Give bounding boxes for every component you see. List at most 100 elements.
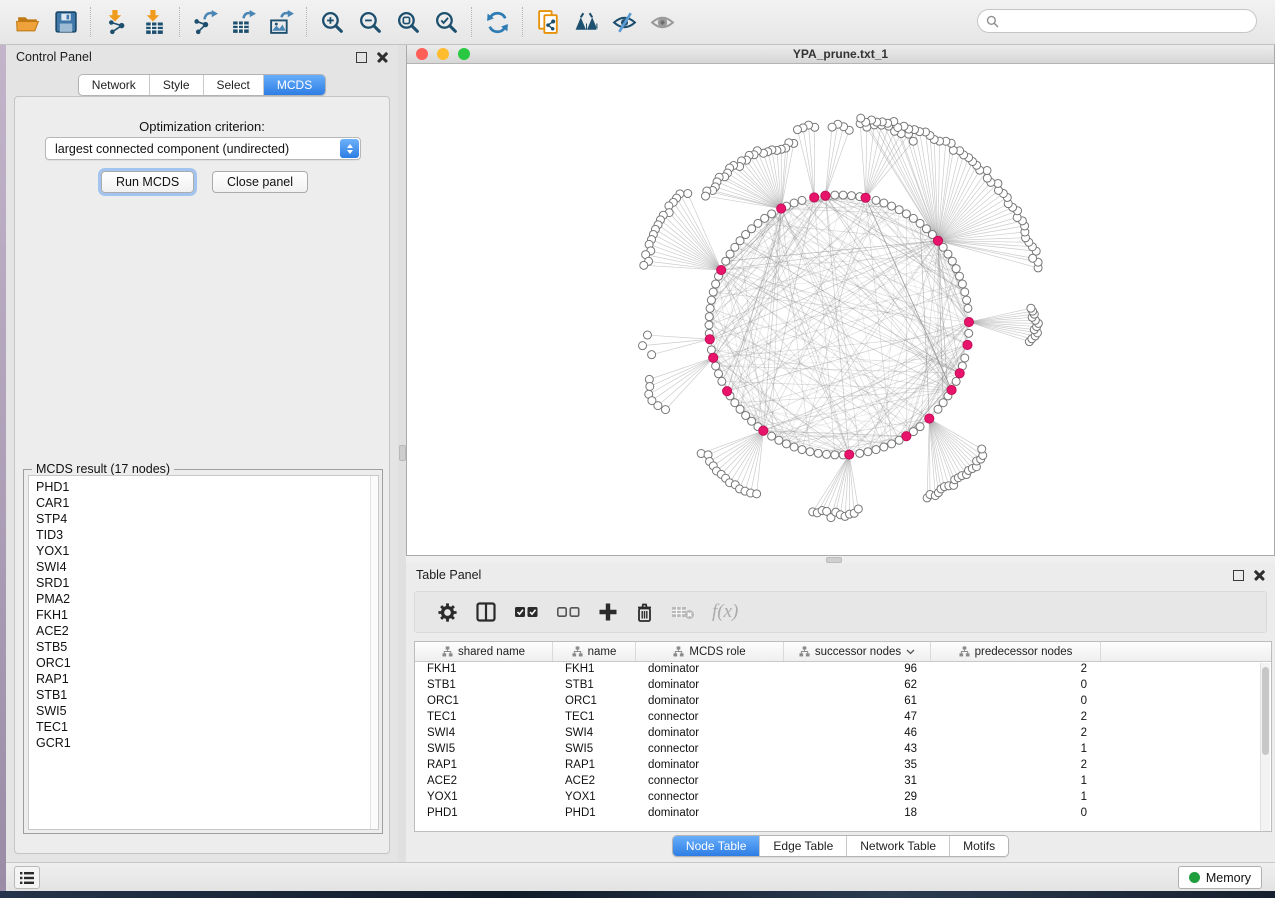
import-network-button[interactable] xyxy=(97,4,135,40)
mcds-hub-node[interactable] xyxy=(902,432,911,441)
table-scrollbar[interactable] xyxy=(1260,663,1270,831)
table-cell[interactable]: YOX1 xyxy=(415,790,553,806)
network-node[interactable] xyxy=(964,304,972,312)
network-node[interactable] xyxy=(775,436,783,444)
mcds-result-item[interactable]: SRD1 xyxy=(36,575,378,591)
network-node[interactable] xyxy=(952,377,960,385)
mcds-result-item[interactable]: STB1 xyxy=(36,687,378,703)
zoom-fit-button[interactable] xyxy=(389,4,427,40)
mcds-result-item[interactable]: TID3 xyxy=(36,527,378,543)
network-node[interactable] xyxy=(707,296,715,304)
mcds-result-item[interactable]: STP4 xyxy=(36,511,378,527)
save-session-button[interactable] xyxy=(46,4,84,40)
network-node[interactable] xyxy=(1027,304,1035,312)
memory-button[interactable]: Memory xyxy=(1178,866,1262,889)
tab-network[interactable]: Network xyxy=(79,75,149,95)
network-node[interactable] xyxy=(983,174,991,182)
network-node[interactable] xyxy=(961,354,969,362)
table-cell[interactable]: 31 xyxy=(784,774,931,790)
network-node[interactable] xyxy=(753,490,761,498)
mcds-hub-node[interactable] xyxy=(705,335,714,344)
network-node[interactable] xyxy=(712,280,720,288)
mcds-result-item[interactable]: PHD1 xyxy=(36,479,378,495)
table-cell[interactable]: dominator xyxy=(636,662,784,678)
table-cell[interactable]: 2 xyxy=(931,662,1101,678)
network-node[interactable] xyxy=(872,196,880,204)
mcds-result-item[interactable]: GCR1 xyxy=(36,735,378,751)
table-cell[interactable]: 62 xyxy=(784,678,931,694)
mcds-result-item[interactable]: RAP1 xyxy=(36,671,378,687)
table-row[interactable]: YOX1YOX1connector291 xyxy=(415,790,1271,806)
table-cell[interactable]: connector xyxy=(636,742,784,758)
mcds-list-scrollbar[interactable] xyxy=(370,476,378,829)
table-cell[interactable]: 2 xyxy=(931,710,1101,726)
network-node[interactable] xyxy=(856,449,864,457)
table-cell[interactable]: SWI4 xyxy=(553,726,636,742)
network-node[interactable] xyxy=(648,351,656,359)
network-node[interactable] xyxy=(955,272,963,280)
table-cell[interactable]: ACE2 xyxy=(553,774,636,790)
mcds-hub-node[interactable] xyxy=(933,236,942,245)
network-node[interactable] xyxy=(948,257,956,265)
vertical-splitter[interactable] xyxy=(398,45,406,862)
zoom-in-button[interactable] xyxy=(313,4,351,40)
tab-select[interactable]: Select xyxy=(203,75,263,95)
network-node[interactable] xyxy=(880,443,888,451)
network-node[interactable] xyxy=(806,448,814,456)
network-window-titlebar[interactable]: YPA_prune.txt_1 xyxy=(407,45,1274,64)
mcds-hub-node[interactable] xyxy=(717,265,726,274)
float-panel-icon[interactable] xyxy=(356,52,367,63)
mcds-hub-node[interactable] xyxy=(861,193,870,202)
table-cell[interactable]: 96 xyxy=(784,662,931,678)
network-node[interactable] xyxy=(684,190,692,198)
mcds-hub-node[interactable] xyxy=(845,450,854,459)
network-node[interactable] xyxy=(707,346,715,354)
table-cell[interactable]: 0 xyxy=(931,806,1101,822)
table-cell[interactable]: connector xyxy=(636,774,784,790)
table-cell[interactable]: ORC1 xyxy=(415,694,553,710)
table-cell[interactable]: ORC1 xyxy=(553,694,636,710)
network-node[interactable] xyxy=(718,377,726,385)
table-cell[interactable]: 2 xyxy=(931,726,1101,742)
export-network-button[interactable] xyxy=(186,4,224,40)
mcds-result-item[interactable]: ACE2 xyxy=(36,623,378,639)
table-cell[interactable]: 29 xyxy=(784,790,931,806)
table-row[interactable]: PHD1PHD1dominator180 xyxy=(415,806,1271,822)
mcds-result-item[interactable]: SWI4 xyxy=(36,559,378,575)
table-cell[interactable]: 35 xyxy=(784,758,931,774)
tab-mcds[interactable]: MCDS xyxy=(263,75,325,95)
network-node[interactable] xyxy=(854,505,862,513)
table-cell[interactable]: 47 xyxy=(784,710,931,726)
table-cell[interactable]: 1 xyxy=(931,742,1101,758)
network-node[interactable] xyxy=(978,445,986,453)
network-node[interactable] xyxy=(726,250,734,258)
network-node[interactable] xyxy=(709,288,717,296)
network-node[interactable] xyxy=(831,191,839,199)
network-node[interactable] xyxy=(965,329,973,337)
network-node[interactable] xyxy=(712,362,720,370)
network-node[interactable] xyxy=(768,210,776,218)
network-node[interactable] xyxy=(888,440,896,448)
delete-table-button[interactable] xyxy=(671,604,695,620)
network-node[interactable] xyxy=(916,423,924,431)
table-cell[interactable]: SWI4 xyxy=(415,726,553,742)
tab-network-table[interactable]: Network Table xyxy=(846,836,949,856)
network-node[interactable] xyxy=(646,382,654,390)
network-node[interactable] xyxy=(872,446,880,454)
binoculars-button[interactable] xyxy=(567,4,605,40)
table-cell[interactable]: 1 xyxy=(931,790,1101,806)
mcds-hub-node[interactable] xyxy=(810,193,819,202)
splitter-grip[interactable] xyxy=(399,445,406,461)
mcds-result-item[interactable]: PMA2 xyxy=(36,591,378,607)
network-node[interactable] xyxy=(963,296,971,304)
mcds-result-item[interactable]: YOX1 xyxy=(36,543,378,559)
column-header-MCDS-role[interactable]: MCDS role xyxy=(636,642,784,661)
mcds-result-list[interactable]: PHD1CAR1STP4TID3YOX1SWI4SRD1PMA2FKH1ACE2… xyxy=(28,475,379,830)
network-node[interactable] xyxy=(705,313,713,321)
network-node[interactable] xyxy=(961,288,969,296)
table-cell[interactable]: 0 xyxy=(931,678,1101,694)
mcds-hub-node[interactable] xyxy=(925,414,934,423)
table-cell[interactable]: dominator xyxy=(636,806,784,822)
table-cell[interactable]: dominator xyxy=(636,678,784,694)
network-node[interactable] xyxy=(768,432,776,440)
